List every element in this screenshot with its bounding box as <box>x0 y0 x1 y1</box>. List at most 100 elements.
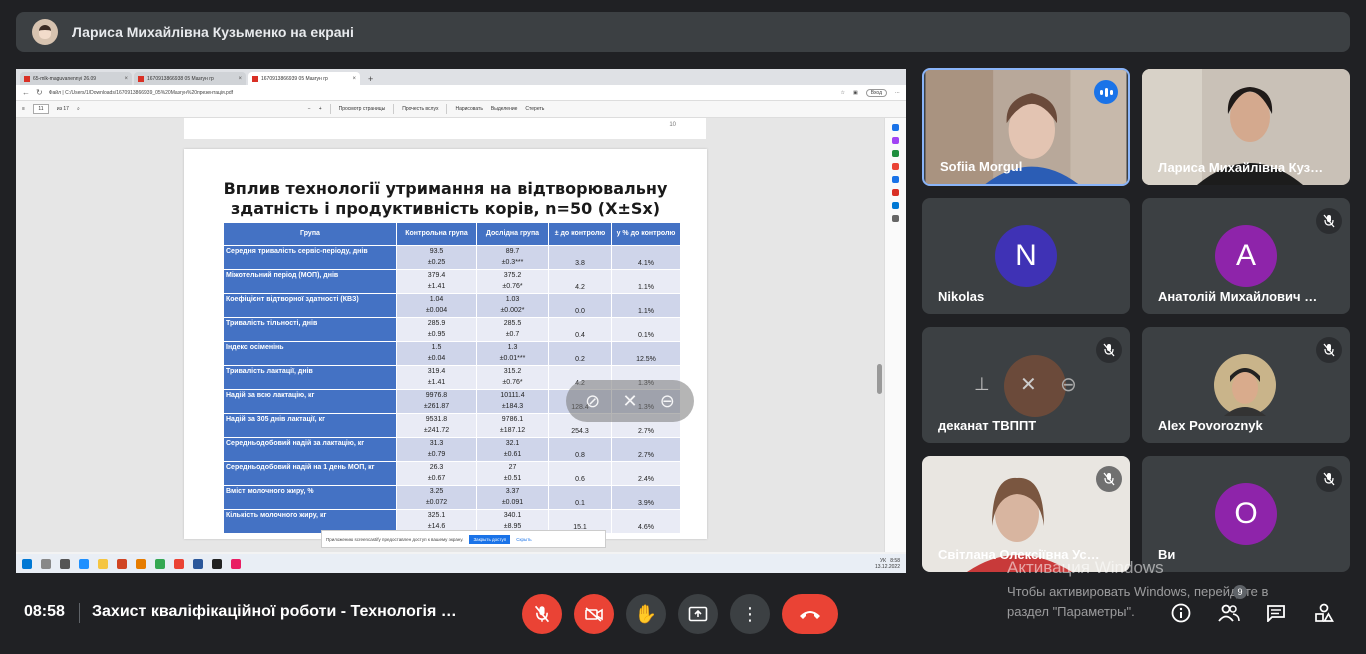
search-icon[interactable]: ⌕ <box>77 106 80 112</box>
erase-button[interactable]: Стереть <box>525 106 544 112</box>
browser-tab[interactable]: 1670913866938 05 Мазгун гр × <box>134 72 246 85</box>
participant-tile[interactable]: N Nikolas <box>922 198 1130 314</box>
games-icon[interactable] <box>892 163 899 170</box>
experimental-group-cell: 3.37 ±0.091 <box>476 485 549 510</box>
close-icon[interactable]: × <box>352 76 356 82</box>
tools-icon[interactable] <box>892 150 899 157</box>
app-icon[interactable] <box>231 558 241 569</box>
participant-tile[interactable]: A Анатолій Михайлович … <box>1142 198 1350 314</box>
percent-cell: 2.7% <box>611 437 681 462</box>
chat-button[interactable] <box>1263 600 1289 626</box>
unpin-icon[interactable]: ✕ <box>1020 372 1037 397</box>
app-icon[interactable] <box>136 558 146 569</box>
contents-icon[interactable]: ≡ <box>22 106 25 112</box>
people-button[interactable] <box>1216 600 1242 626</box>
activities-button[interactable] <box>1311 600 1337 626</box>
mic-off-icon <box>1316 466 1342 492</box>
read-aloud-button[interactable]: Прочесть вслух <box>402 106 438 112</box>
row-label: Надій за 305 днів лактації, кг <box>223 413 397 438</box>
word-icon[interactable] <box>193 558 203 569</box>
experimental-group-cell: 375.2 ±0.76* <box>476 269 549 294</box>
participant-name: Ви <box>1158 547 1176 562</box>
table-row: Середня тривалість сервіс-періоду, днів 9… <box>223 245 681 270</box>
control-group-cell: 9531.8 ±241.72 <box>396 413 477 438</box>
search-icon[interactable] <box>41 558 51 569</box>
row-label: Середньодобовий надій за лактацію, кг <box>223 437 397 462</box>
camera-toggle-button[interactable] <box>574 594 614 634</box>
difference-cell: 0.2 <box>548 341 612 366</box>
shopping-icon[interactable] <box>892 137 899 144</box>
meeting-time: 08:58 <box>24 603 65 620</box>
pin-icon[interactable]: ⊥ <box>974 374 990 395</box>
browser-tab[interactable]: 65-mlk-maguvanennyi 26.09 × <box>20 72 132 85</box>
collections-icon[interactable]: ▣ <box>853 90 858 96</box>
table-row: Середньодобовий надій за лактацію, кг 31.… <box>223 437 681 462</box>
column-header: ± до контролю <box>548 222 612 246</box>
difference-cell: 4.2 <box>548 269 612 294</box>
explorer-icon[interactable] <box>98 558 108 569</box>
participant-tile[interactable]: Лариса Михайлівна Куз… <box>1142 69 1350 185</box>
shared-screen: 65-mlk-maguvanennyi 26.09 × 1670913866938… <box>16 69 906 573</box>
participant-name: Nikolas <box>938 289 985 304</box>
meeting-info-button[interactable] <box>1168 600 1194 626</box>
close-icon[interactable]: × <box>124 76 128 82</box>
add-icon[interactable] <box>892 215 899 222</box>
mic-toggle-button[interactable] <box>522 594 562 634</box>
participant-tile[interactable]: Світлана Олексіївна Ус… <box>922 456 1130 572</box>
chrome-icon[interactable] <box>174 558 184 569</box>
reload-icon[interactable]: ↻ <box>36 88 43 97</box>
participant-tile[interactable]: Alex Povoroznyk <box>1142 327 1350 443</box>
search-icon[interactable] <box>892 124 899 131</box>
present-screen-button[interactable] <box>678 594 718 634</box>
page-number-input[interactable]: 11 <box>32 104 49 114</box>
close-icon[interactable]: × <box>238 76 242 82</box>
participant-tile[interactable]: Sofiia Morgul <box>922 68 1130 186</box>
powerpoint-icon[interactable] <box>117 558 127 569</box>
star-icon[interactable]: ☆ <box>840 90 844 96</box>
send-icon[interactable] <box>892 202 899 209</box>
zoom-out-icon[interactable]: − <box>308 106 311 112</box>
present-icon <box>688 606 708 622</box>
address-input[interactable]: Файл | C:/Users/1/Downloads/167091386693… <box>49 90 233 96</box>
zoom-in-icon[interactable]: + <box>319 106 322 112</box>
back-icon[interactable]: ← <box>22 88 30 97</box>
table-row: Індекс осіменінь 1.5 ±0.04 1.3 ±0.01*** 0.2 12… <box>223 341 681 366</box>
remove-icon[interactable]: ⊖ <box>1060 372 1077 397</box>
taskview-icon[interactable] <box>60 558 70 569</box>
chat-icon <box>1267 605 1285 622</box>
draw-button[interactable]: Нарисовать <box>455 106 482 112</box>
participant-avatar: A <box>1215 225 1277 287</box>
unpin-icon[interactable]: ⊘ <box>585 391 600 412</box>
page-view-button[interactable]: Просмотр страницы <box>339 106 386 112</box>
office-icon[interactable] <box>892 176 899 183</box>
outlook-icon[interactable] <box>892 189 899 196</box>
remove-icon[interactable]: ⊖ <box>660 391 675 412</box>
participant-name: Світлана Олексіївна Ус… <box>938 547 1100 562</box>
windows-taskbar: УК 8:58 13.12.2022 <box>16 554 906 573</box>
terminal-icon[interactable] <box>212 558 222 569</box>
start-icon[interactable] <box>22 558 32 569</box>
leave-call-button[interactable] <box>782 594 838 634</box>
row-label: Індекс осіменінь <box>223 341 397 366</box>
mic-off-icon <box>1316 208 1342 234</box>
participant-tile[interactable]: O Ви <box>1142 456 1350 572</box>
raise-hand-button[interactable]: ✋ <box>626 594 666 634</box>
highlight-button[interactable]: Выделение <box>491 106 518 112</box>
participant-avatar <box>1214 354 1276 416</box>
edge-icon[interactable] <box>79 558 89 569</box>
more-icon[interactable]: ⋯ <box>895 90 900 96</box>
browser-tab-active[interactable]: 1670913866939 05 Мазгун гр × <box>248 72 360 85</box>
chrome-icon[interactable] <box>155 558 165 569</box>
more-options-button[interactable]: ⋮ <box>730 594 770 634</box>
new-tab-button[interactable]: + <box>362 74 379 85</box>
hide-link[interactable]: Скрыть <box>516 537 531 542</box>
control-group-cell: 26.3 ±0.67 <box>396 461 477 486</box>
participant-tile[interactable]: ⊥ ✕ ⊖ деканат ТВППТ <box>922 327 1130 443</box>
stop-sharing-button[interactable]: Закрыть доступ <box>469 534 511 544</box>
profile-pill[interactable]: Вход <box>865 88 887 97</box>
control-group-cell: 319.4 ±1.41 <box>396 365 477 390</box>
scrollbar[interactable] <box>877 364 882 394</box>
activities-icon <box>1315 603 1334 622</box>
participant-name: деканат ТВППТ <box>938 418 1037 433</box>
mute-icon[interactable]: ✕ <box>622 391 637 412</box>
